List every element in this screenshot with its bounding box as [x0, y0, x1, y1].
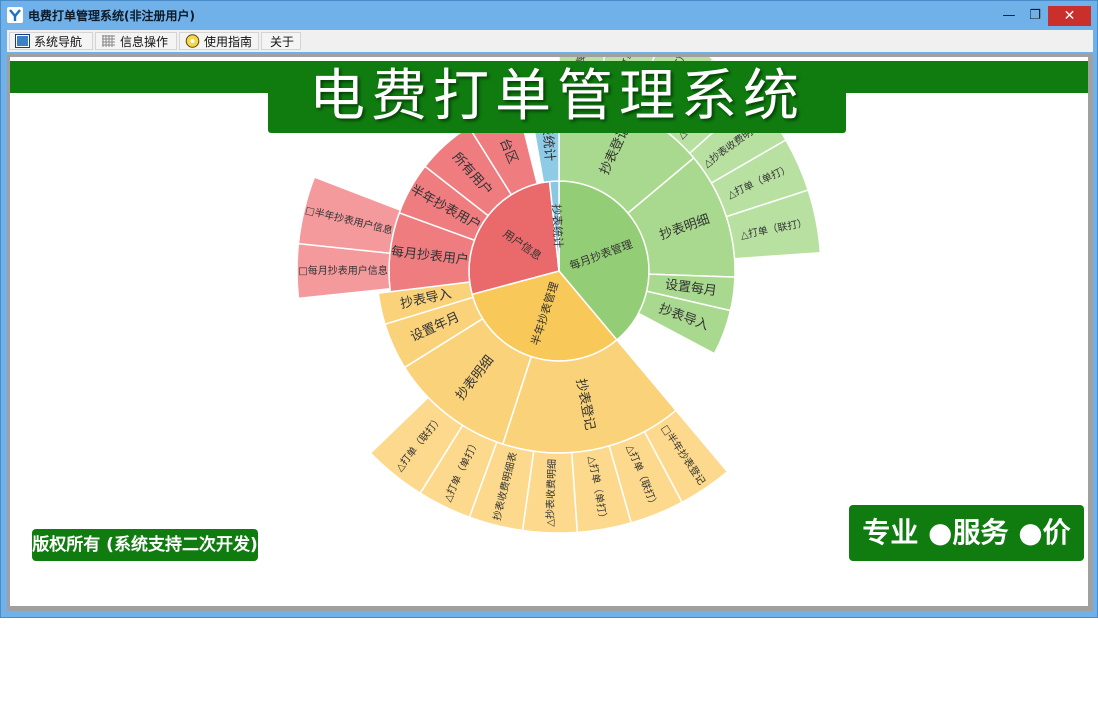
navigator-icon	[15, 34, 30, 48]
window-title: 电费打单管理系统(非注册用户)	[28, 9, 195, 23]
minimize-button[interactable]: —	[997, 6, 1021, 26]
copyright-badge: 版权所有 (系统支持二次开发)	[32, 529, 258, 561]
menu-info-operation[interactable]: 信息操作	[95, 32, 177, 50]
outer-segment-label: □每月抄表用户信息	[298, 264, 387, 277]
guide-icon	[185, 34, 200, 48]
menu-bar: 系统导航 信息操作 使用指南 关于	[7, 30, 1093, 52]
menu-label: 使用指南	[204, 35, 253, 49]
inner-segment-label: 抄表统计	[550, 204, 566, 249]
maximize-button[interactable]: ❐	[1023, 6, 1047, 26]
page-title: 电费打单管理系统	[268, 61, 846, 133]
main-panel: 每月抄表管理 半年抄表管理 用户信息 抄表统计 抄表登记 抄表明细 设置每月 抄表导入 抄表登记…	[10, 57, 1088, 606]
menu-about[interactable]: 关于	[261, 32, 301, 50]
outer-segment[interactable]: □半年抄表用户信息	[297, 176, 402, 255]
grid-icon	[102, 35, 115, 47]
app-window: 电费打单管理系统(非注册用户) — ❐ ✕ 系统导航 信息操作 使用指南 关于 …	[0, 0, 1098, 618]
close-button[interactable]: ✕	[1048, 6, 1091, 26]
client-area: 每月抄表管理 半年抄表管理 用户信息 抄表统计 抄表登记 抄表明细 设置每月 抄表导入 抄表登记…	[7, 54, 1093, 611]
menu-system-navigation[interactable]: 系统导航	[9, 32, 93, 50]
title-bar[interactable]: 电费打单管理系统(非注册用户) — ❐ ✕	[1, 1, 1097, 29]
app-logo-icon	[7, 7, 23, 23]
menu-label: 关于	[270, 35, 295, 49]
menu-user-guide[interactable]: 使用指南	[179, 32, 259, 50]
menu-label: 信息操作	[120, 35, 169, 49]
slogan-badge: 专业 ●服务 ●价值	[849, 505, 1084, 605]
menu-label: 系统导航	[34, 35, 83, 49]
